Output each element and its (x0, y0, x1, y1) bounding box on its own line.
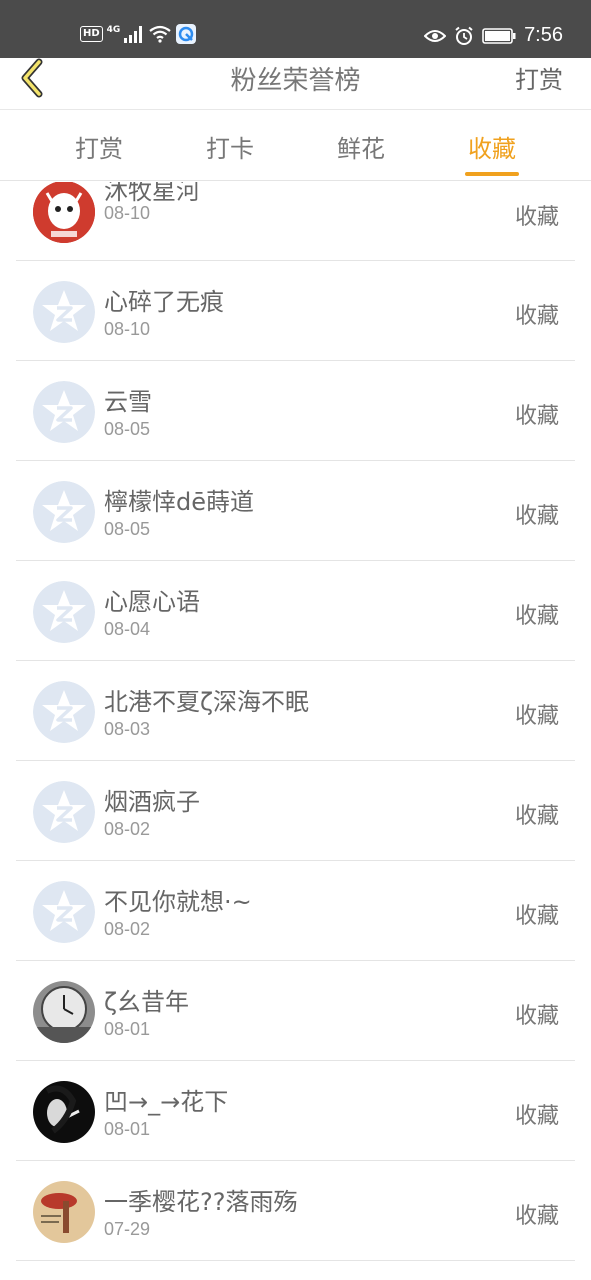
action-label: 收藏 (514, 804, 559, 829)
default-qq-avatar (33, 781, 95, 843)
default-qq-avatar (33, 381, 95, 443)
user-name: 一季樱花??落雨殇 (104, 1188, 298, 1216)
user-name: 北港不夏ζ深海不眠 (104, 688, 310, 716)
record-date: 08-10 (104, 203, 151, 223)
default-qq-avatar (33, 681, 95, 743)
tab-reward[interactable]: 打赏 (59, 111, 139, 181)
action-label: 收藏 (514, 504, 559, 529)
record-date: 08-01 (104, 1119, 151, 1139)
user-name: 心碎了无痕 (104, 288, 224, 316)
user-name: 云雪 (104, 388, 152, 416)
status-left: HD 4G (80, 24, 197, 44)
tab-collect[interactable]: 收藏 (452, 111, 532, 181)
list-item[interactable]: ζ⺓昔年 08-01 收藏 (16, 961, 575, 1061)
user-name: ζ⺓昔年 (104, 988, 190, 1016)
record-date: 08-10 (104, 319, 151, 339)
list-item[interactable]: 一季樱花??落雨殇 07-29 收藏 (16, 1161, 575, 1261)
user-name: 檸檬悻dē蒔道 (104, 488, 254, 516)
record-date: 08-02 (104, 919, 151, 939)
qq-browser-icon (176, 24, 197, 44)
tab-label: 收藏 (468, 134, 516, 163)
battery-icon (482, 27, 516, 44)
cartoon-avatar (33, 182, 95, 243)
user-name: 烟酒疯子 (104, 788, 200, 816)
signal-icon (124, 26, 143, 43)
default-qq-avatar (33, 281, 95, 343)
list-item[interactable]: 沐牧星河 08-10 收藏 (16, 182, 575, 261)
dark-photo-avatar (33, 1081, 95, 1143)
action-label: 收藏 (514, 1004, 559, 1029)
record-date: 08-03 (104, 719, 151, 739)
user-name: 心愿心语 (104, 588, 200, 616)
list-item[interactable]: 心碎了无痕 08-10 收藏 (16, 261, 575, 361)
network-type: 4G (106, 25, 121, 35)
record-date: 08-05 (104, 519, 151, 539)
record-date: 08-05 (104, 419, 151, 439)
wifi-icon (149, 25, 172, 43)
default-qq-avatar (33, 481, 95, 543)
tab-checkin[interactable]: 打卡 (190, 111, 270, 181)
record-date: 08-01 (104, 1019, 151, 1039)
list-item[interactable]: 云雪 08-05 收藏 (16, 361, 575, 461)
tab-flowers[interactable]: 鲜花 (321, 111, 401, 181)
active-tab-indicator (465, 172, 519, 176)
tab-bar: 打赏 打卡 鲜花 收藏 (0, 111, 591, 181)
eye-icon (424, 29, 447, 42)
clock-photo-avatar (33, 981, 95, 1043)
list-item[interactable]: 不见你就想·~ 08-02 收藏 (16, 861, 575, 961)
action-label: 收藏 (514, 404, 559, 429)
action-label: 收藏 (514, 205, 559, 230)
reward-button[interactable]: 打赏 (515, 60, 563, 95)
default-qq-avatar (33, 881, 95, 943)
list-item[interactable]: 檸檬悻dē蒔道 08-05 收藏 (16, 461, 575, 561)
default-qq-avatar (33, 581, 95, 643)
header-bar: 粉丝荣誉榜 打赏 (0, 58, 591, 110)
page-title: 粉丝荣誉榜 (230, 66, 361, 96)
action-label: 收藏 (514, 604, 559, 629)
list-item[interactable]: 心愿心语 08-04 收藏 (16, 561, 575, 661)
tab-label: 鲜花 (337, 134, 385, 163)
alarm-icon (455, 26, 473, 45)
action-label: 收藏 (514, 1204, 559, 1229)
user-name: 凹→_→花下 (104, 1088, 229, 1116)
list-item[interactable]: 烟酒疯子 08-02 收藏 (16, 761, 575, 861)
record-date: 07-29 (104, 1219, 151, 1239)
record-date: 08-04 (104, 619, 151, 639)
action-label: 收藏 (514, 1104, 559, 1129)
user-name: 不见你就想·~ (104, 888, 252, 916)
action-label: 收藏 (514, 704, 559, 729)
record-date: 08-02 (104, 819, 151, 839)
tab-label: 打卡 (206, 134, 254, 163)
status-right: 7:56 (424, 24, 563, 47)
tab-label: 打赏 (75, 134, 123, 163)
fan-list: 沐牧星河 08-10 收藏 心碎了无痕 08-10 收藏 云雪 08-05 收藏 (0, 182, 591, 1280)
list-item[interactable]: 凹→_→花下 08-01 收藏 (16, 1061, 575, 1161)
beige-illustration-avatar (33, 1181, 95, 1243)
list-item[interactable]: 北港不夏ζ深海不眠 08-03 收藏 (16, 661, 575, 761)
action-label: 收藏 (514, 904, 559, 929)
hd-badge: HD (80, 26, 103, 42)
action-label: 收藏 (514, 304, 559, 329)
clock-time: 7:56 (524, 24, 563, 46)
status-bar: HD 4G 7:56 (0, 0, 591, 58)
